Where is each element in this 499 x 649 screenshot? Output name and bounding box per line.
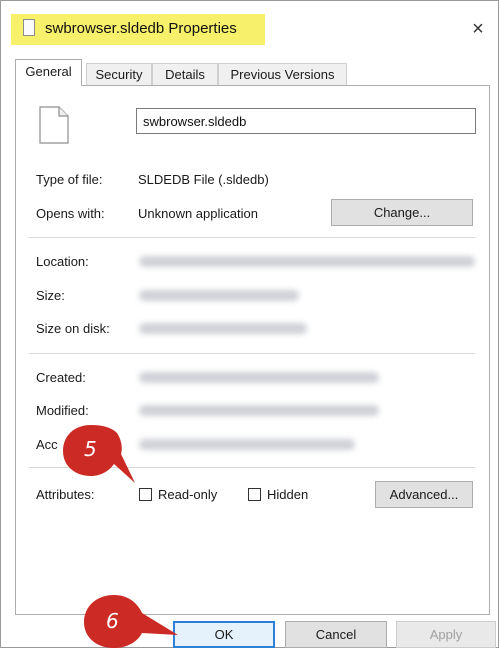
- tab-previous-versions[interactable]: Previous Versions: [218, 63, 347, 85]
- advanced-button[interactable]: Advanced...: [375, 481, 473, 508]
- step-marker-5: [63, 425, 135, 483]
- accessed-value-redacted: [139, 439, 355, 450]
- readonly-checkbox[interactable]: [139, 488, 152, 501]
- file-icon: [23, 19, 35, 36]
- readonly-label: Read-only: [158, 487, 218, 502]
- close-button[interactable]: ×: [463, 14, 493, 44]
- opens-with-value: Unknown application: [138, 206, 258, 221]
- tab-details[interactable]: Details: [152, 63, 218, 85]
- apply-button[interactable]: Apply: [396, 621, 496, 648]
- tab-security[interactable]: Security: [86, 63, 152, 85]
- opens-with-label: Opens with:: [36, 206, 105, 221]
- tab-general[interactable]: General: [15, 59, 82, 86]
- step-marker-5-label: 5: [84, 437, 97, 461]
- attributes-label: Attributes:: [36, 487, 95, 502]
- file-icon: [39, 106, 69, 144]
- general-panel: [15, 85, 490, 615]
- cancel-button[interactable]: Cancel: [285, 621, 387, 648]
- separator: [29, 237, 475, 238]
- type-of-file-label: Type of file:: [36, 172, 103, 187]
- modified-label: Modified:: [36, 403, 89, 418]
- window-title: swbrowser.sldedb Properties: [45, 20, 237, 37]
- modified-value-redacted: [139, 405, 379, 416]
- location-label: Location:: [36, 254, 89, 269]
- size-value-redacted: [139, 290, 299, 301]
- ok-button[interactable]: OK: [173, 621, 275, 648]
- title-bar[interactable]: swbrowser.sldedb Properties ×: [1, 1, 498, 45]
- size-label: Size:: [36, 288, 65, 303]
- size-on-disk-value-redacted: [139, 323, 307, 334]
- hidden-label: Hidden: [267, 487, 309, 502]
- close-icon: ×: [472, 17, 484, 40]
- accessed-label: Acc: [36, 437, 58, 452]
- created-value-redacted: [139, 372, 379, 383]
- created-label: Created:: [36, 370, 86, 385]
- hidden-checkbox[interactable]: [248, 488, 261, 501]
- size-on-disk-label: Size on disk:: [36, 321, 110, 336]
- location-value-redacted: [139, 256, 475, 267]
- separator: [29, 353, 475, 354]
- properties-dialog: swbrowser.sldedb Properties × General Se…: [0, 0, 499, 648]
- step-marker-6: [84, 595, 178, 648]
- change-button[interactable]: Change...: [331, 199, 473, 226]
- type-of-file-value: SLDEDB File (.sldedb): [138, 172, 269, 187]
- filename-input[interactable]: [136, 108, 476, 134]
- step-marker-6-label: 6: [106, 609, 119, 633]
